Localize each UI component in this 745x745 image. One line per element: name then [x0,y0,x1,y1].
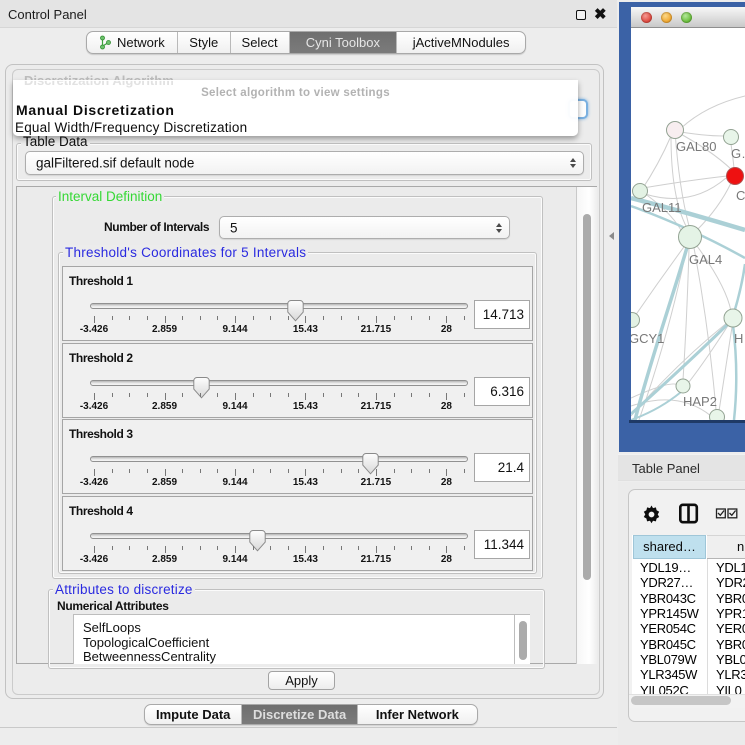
svg-text:GAL4: GAL4 [689,252,722,267]
svg-text:GAL11: GAL11 [642,200,682,215]
svg-text:H: H [734,331,743,346]
svg-text:GCY1: GCY1 [631,331,664,346]
svg-text:G…: G… [731,146,745,161]
svg-text:HAP2: HAP2 [683,394,717,409]
svg-text:GAL80: GAL80 [676,139,716,154]
svg-text:C: C [736,188,745,203]
